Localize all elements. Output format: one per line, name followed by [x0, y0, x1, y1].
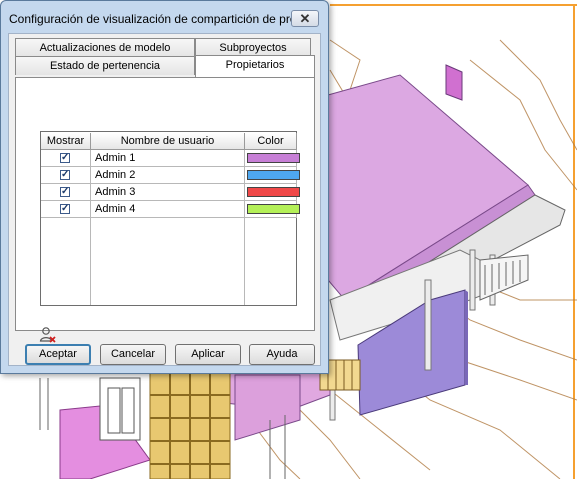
username-cell[interactable]: Admin 4 — [91, 201, 245, 218]
show-checkbox[interactable]: ✓ — [60, 152, 70, 163]
tab-model-updates[interactable]: Actualizaciones de modelo — [15, 38, 195, 57]
color-swatch[interactable] — [247, 187, 300, 197]
color-cell[interactable] — [245, 201, 300, 218]
color-swatch[interactable] — [247, 170, 300, 180]
color-cell[interactable] — [245, 184, 300, 201]
column-header-username[interactable]: Nombre de usuario — [91, 133, 245, 150]
color-swatch[interactable] — [247, 204, 300, 214]
apply-button[interactable]: Aplicar — [175, 344, 241, 365]
dialog-title: Configuración de visualización de compar… — [9, 12, 307, 26]
ok-button[interactable]: Aceptar — [25, 344, 91, 365]
show-checkbox[interactable]: ✓ — [60, 186, 70, 197]
table-row-show-cell: ✓ — [41, 150, 91, 167]
cancel-button[interactable]: Cancelar — [100, 344, 166, 365]
tab-owners[interactable]: Propietarios — [195, 55, 315, 77]
table-row-show-cell: ✓ — [41, 201, 91, 218]
dialog-titlebar[interactable]: Configuración de visualización de compar… — [1, 1, 328, 33]
dialog-client-area: Actualizaciones de modelo Subproyectos E… — [8, 33, 321, 366]
table-row-show-cell: ✓ — [41, 184, 91, 201]
close-icon: ✕ — [299, 11, 311, 26]
username-cell[interactable]: Admin 1 — [91, 150, 245, 167]
color-cell[interactable] — [245, 167, 300, 184]
close-button[interactable]: ✕ — [291, 10, 319, 27]
owners-table: Mostrar Nombre de usuario Color ✓ Admin … — [40, 131, 300, 306]
color-cell[interactable] — [245, 150, 300, 167]
username-cell[interactable]: Admin 3 — [91, 184, 245, 201]
sharing-display-settings-dialog: Configuración de visualización de compar… — [0, 0, 329, 374]
username-cell[interactable]: Admin 2 — [91, 167, 245, 184]
owners-tab-panel: Mostrar Nombre de usuario Color ✓ Admin … — [15, 77, 315, 343]
remove-user-icon[interactable] — [39, 326, 57, 344]
show-checkbox[interactable]: ✓ — [60, 203, 70, 214]
color-swatch[interactable] — [247, 153, 300, 163]
help-button[interactable]: Ayuda — [249, 344, 315, 365]
tab-ownership-status[interactable]: Estado de pertenencia — [15, 56, 195, 75]
show-checkbox[interactable]: ✓ — [60, 169, 70, 180]
column-header-show[interactable]: Mostrar — [41, 133, 91, 150]
table-row-show-cell: ✓ — [41, 167, 91, 184]
column-header-color[interactable]: Color — [245, 133, 297, 150]
